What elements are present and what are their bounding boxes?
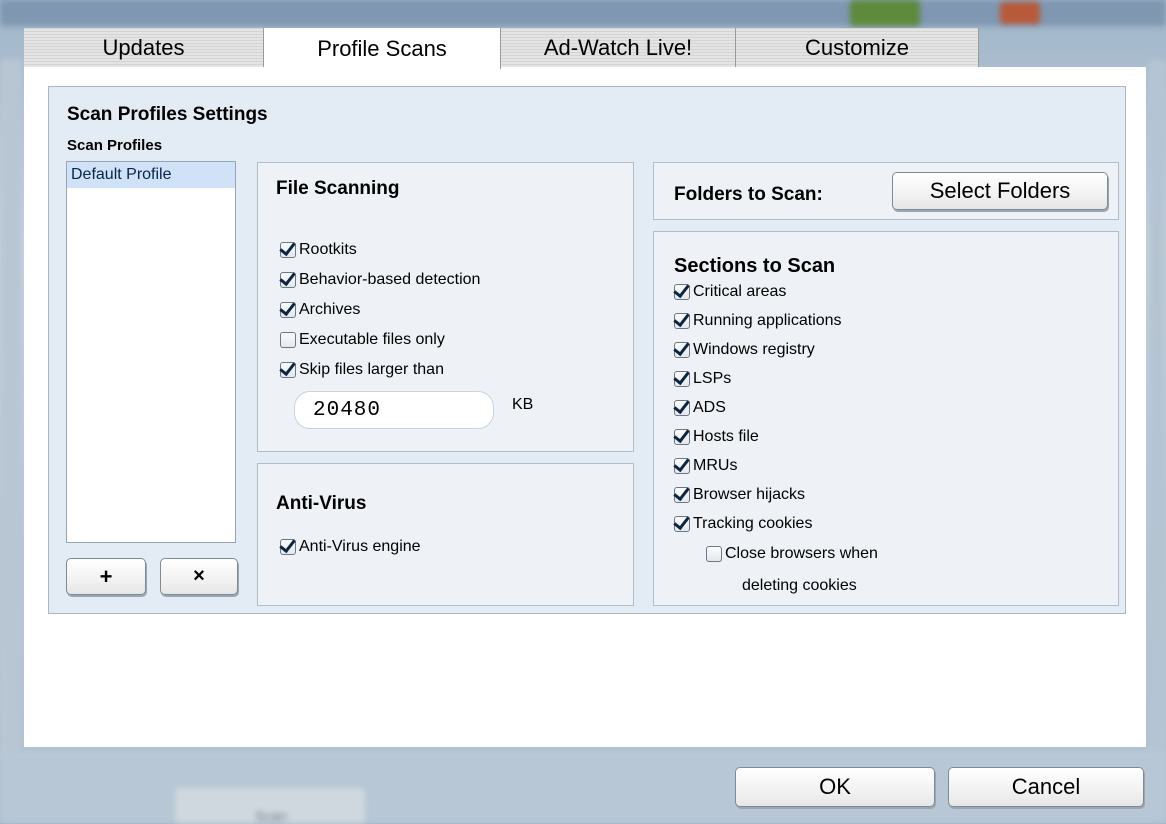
checkbox-checked-icon[interactable]: [280, 302, 296, 318]
skip-large-files-option[interactable]: Skip files larger than: [280, 361, 444, 379]
anti-virus-title: Anti-Virus: [276, 493, 367, 514]
checkbox-checked-icon[interactable]: [674, 371, 690, 387]
checkbox-checked-icon[interactable]: [280, 362, 296, 378]
list-item[interactable]: Default Profile: [67, 162, 235, 188]
tab-bar: Updates Profile Scans Ad-Watch Live! Cus…: [24, 28, 984, 69]
backdrop-red-block: [1000, 2, 1040, 24]
option-label: Anti-Virus engine: [299, 538, 421, 555]
size-unit-label: KB: [512, 396, 534, 413]
checkbox-checked-icon[interactable]: [674, 458, 690, 474]
option-label: Windows registry: [693, 341, 815, 358]
scan-profiles-label: Scan Profiles: [67, 137, 163, 154]
cancel-button[interactable]: Cancel: [948, 767, 1144, 807]
option-label: LSPs: [693, 370, 732, 387]
option-label: Rootkits: [299, 241, 357, 258]
windows-registry-option[interactable]: Windows registry: [674, 341, 815, 359]
file-size-limit-input[interactable]: 20480: [294, 391, 494, 429]
running-applications-option[interactable]: Running applications: [674, 312, 842, 330]
settings-panel: Scan Profiles Settings Scan Profiles Def…: [24, 67, 1146, 747]
backdrop-right-strip: [1148, 60, 1166, 760]
checkbox-checked-icon[interactable]: [280, 272, 296, 288]
hosts-file-option[interactable]: Hosts file: [674, 428, 759, 446]
add-profile-button[interactable]: +: [66, 558, 146, 595]
option-label: Archives: [299, 301, 361, 318]
option-label: Hosts file: [693, 428, 759, 445]
checkbox-checked-icon[interactable]: [280, 539, 296, 555]
folders-to-scan-group: Folders to Scan: Select Folders: [653, 162, 1119, 220]
option-label: ADS: [693, 399, 726, 416]
option-label: Skip files larger than: [299, 361, 444, 378]
file-scanning-title: File Scanning: [276, 178, 400, 199]
checkbox-checked-icon[interactable]: [674, 487, 690, 503]
option-label: Executable files only: [299, 331, 445, 348]
checkbox-unchecked-icon[interactable]: [280, 332, 296, 348]
checkbox-checked-icon[interactable]: [280, 242, 296, 258]
close-browsers-label-line2: deleting cookies: [742, 577, 857, 594]
option-label: Browser hijacks: [693, 486, 806, 503]
backdrop-button: Scan: [175, 788, 365, 824]
option-label: Behavior-based detection: [299, 271, 481, 288]
tab-profile-scans[interactable]: Profile Scans: [264, 28, 501, 69]
tab-ad-watch-live[interactable]: Ad-Watch Live!: [501, 28, 736, 68]
tab-updates[interactable]: Updates: [24, 28, 264, 68]
backdrop-left-strip: [0, 60, 22, 760]
folders-to-scan-label: Folders to Scan:: [674, 184, 823, 205]
select-folders-button[interactable]: Select Folders: [892, 172, 1108, 210]
checkbox-unchecked-icon[interactable]: [706, 546, 722, 562]
anti-virus-group: Anti-Virus Anti-Virus engine: [257, 463, 634, 606]
checkbox-checked-icon[interactable]: [674, 429, 690, 445]
checkbox-checked-icon[interactable]: [674, 516, 690, 532]
option-label: Close browsers when: [725, 545, 878, 562]
executable-only-option[interactable]: Executable files only: [280, 331, 445, 349]
scan-profiles-list[interactable]: Default Profile: [66, 161, 236, 543]
ads-option[interactable]: ADS: [674, 399, 726, 417]
rootkits-option[interactable]: Rootkits: [280, 241, 357, 259]
settings-title: Scan Profiles Settings: [67, 104, 268, 125]
backdrop-strip: [0, 0, 1166, 26]
anti-virus-engine-option[interactable]: Anti-Virus engine: [280, 538, 421, 556]
behavior-detection-option[interactable]: Behavior-based detection: [280, 271, 480, 289]
checkbox-checked-icon[interactable]: [674, 342, 690, 358]
file-scanning-group: File Scanning Rootkits Behavior-based de…: [257, 162, 634, 452]
ok-button[interactable]: OK: [735, 767, 935, 807]
mrus-option[interactable]: MRUs: [674, 457, 737, 475]
backdrop-green-block: [850, 0, 920, 26]
tab-customize[interactable]: Customize: [736, 28, 979, 68]
sections-to-scan-title: Sections to Scan: [674, 255, 836, 277]
option-label: MRUs: [693, 457, 738, 474]
remove-profile-button[interactable]: ×: [160, 558, 238, 595]
option-label: Running applications: [693, 312, 842, 329]
backdrop-button-label: Scan: [255, 808, 287, 824]
critical-areas-option[interactable]: Critical areas: [674, 283, 786, 301]
close-browsers-option[interactable]: Close browsers when: [706, 545, 878, 563]
option-label: Critical areas: [693, 283, 787, 300]
lsps-option[interactable]: LSPs: [674, 370, 731, 388]
sections-to-scan-group: Sections to Scan Critical areas Running …: [653, 231, 1119, 606]
browser-hijacks-option[interactable]: Browser hijacks: [674, 486, 805, 504]
checkbox-checked-icon[interactable]: [674, 284, 690, 300]
tracking-cookies-option[interactable]: Tracking cookies: [674, 515, 812, 533]
archives-option[interactable]: Archives: [280, 301, 360, 319]
checkbox-checked-icon[interactable]: [674, 400, 690, 416]
scan-profiles-settings-box: Scan Profiles Settings Scan Profiles Def…: [48, 86, 1126, 614]
option-label: Tracking cookies: [693, 515, 813, 532]
checkbox-checked-icon[interactable]: [674, 313, 690, 329]
